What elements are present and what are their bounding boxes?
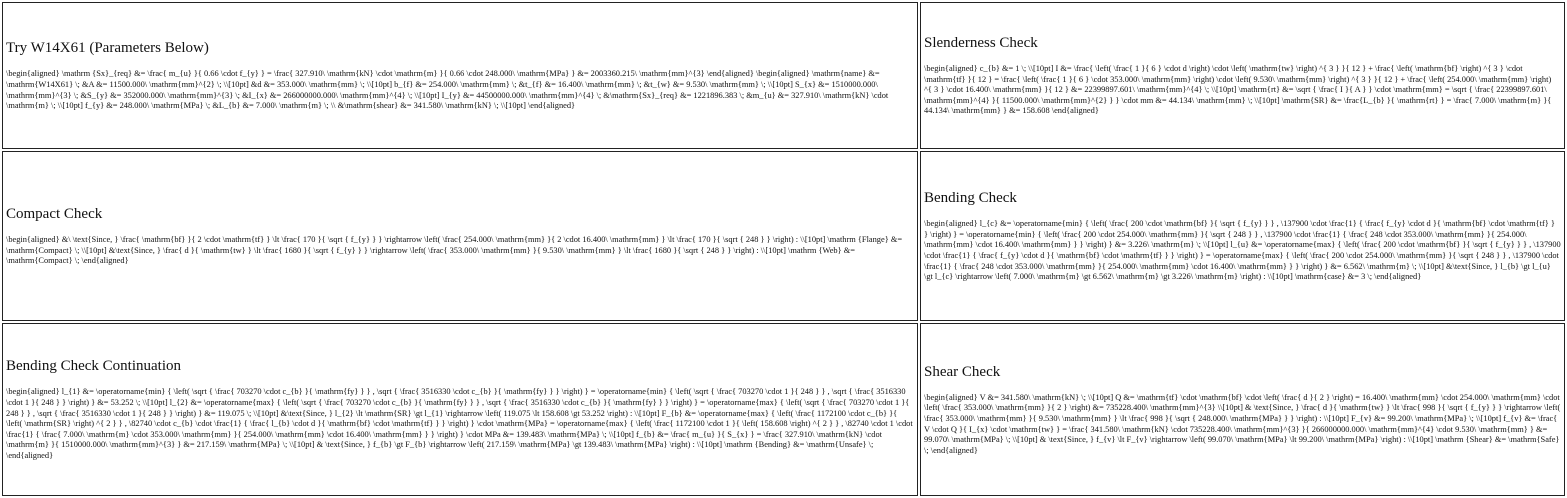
- bending-check-panel: Bending Check \begin{aligned} l_{c} &= \…: [920, 151, 1565, 321]
- calculation-grid: Try W14X61 (Parameters Below) \begin{ali…: [2, 2, 1565, 496]
- try-section-panel: Try W14X61 (Parameters Below) \begin{ali…: [2, 2, 918, 149]
- latex-source: \begin{aligned} &\ \text{Since, } \frac{…: [6, 235, 903, 266]
- panel-title: Try W14X61 (Parameters Below): [6, 40, 209, 57]
- slenderness-check-panel: Slenderness Check \begin{aligned} c_{b} …: [920, 2, 1565, 149]
- panel-title: Compact Check: [6, 206, 103, 223]
- panel-title: Bending Check Continuation: [6, 358, 181, 375]
- latex-source: \begin{aligned} V &= 341.580\ \mathrm{kN…: [924, 392, 1561, 455]
- panel-title: Shear Check: [924, 363, 1001, 380]
- latex-source: \begin{aligned} l_{c} &= \operatorname{m…: [924, 219, 1561, 282]
- latex-source: \begin{aligned} \mathrm {Sx}_{req} &= \f…: [6, 69, 889, 111]
- shear-check-panel: Shear Check \begin{aligned} V &= 341.580…: [920, 323, 1565, 496]
- panel-title: Slenderness Check: [924, 35, 1038, 52]
- bending-continuation-panel: Bending Check Continuation \begin{aligne…: [2, 323, 918, 496]
- latex-source: \begin{aligned} l_{1} &= \operatorname{m…: [6, 387, 913, 460]
- latex-source: \begin{aligned} c_{b} &= 1 \; \\[10pt] I…: [924, 64, 1552, 116]
- panel-title: Bending Check: [924, 190, 1017, 207]
- compact-check-panel: Compact Check \begin{aligned} &\ \text{S…: [2, 151, 918, 321]
